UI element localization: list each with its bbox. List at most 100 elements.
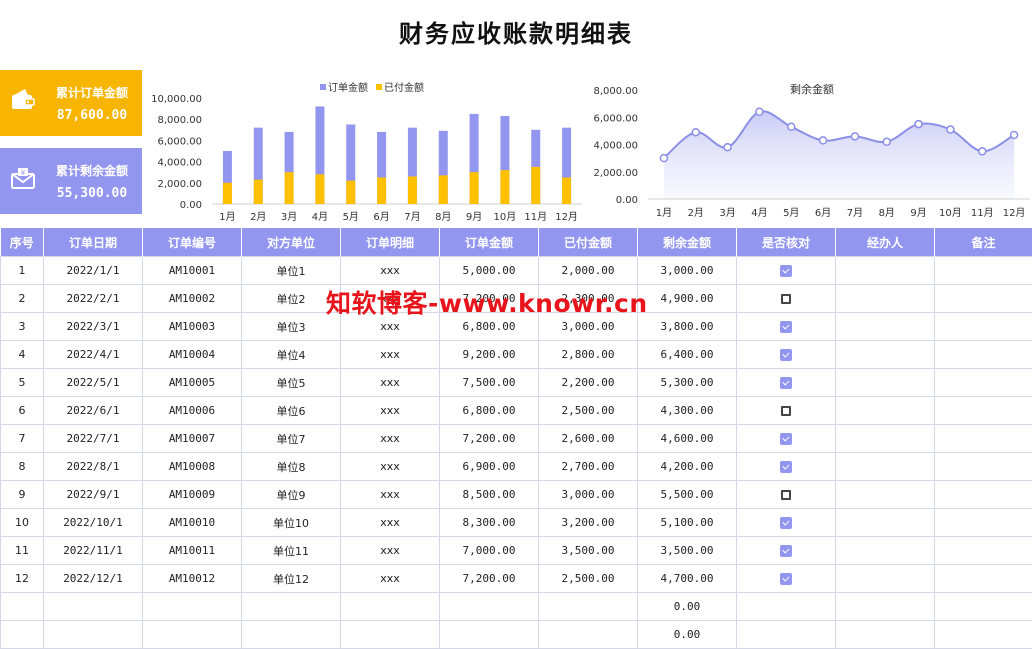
cell-checked[interactable] <box>736 508 836 537</box>
cell-checked[interactable] <box>736 396 836 425</box>
cell-paid[interactable]: 2,600.00 <box>538 424 638 453</box>
cell-unit[interactable]: 单位11 <box>241 536 341 565</box>
cell-amount[interactable] <box>439 620 539 649</box>
cell-detail[interactable]: xxx <box>340 368 440 397</box>
cell-date[interactable] <box>43 620 143 649</box>
cell-date[interactable]: 2022/6/1 <box>43 396 143 425</box>
cell-note[interactable] <box>934 480 1032 509</box>
cell-no[interactable]: 6 <box>0 396 44 425</box>
cell-unit[interactable]: 单位10 <box>241 508 341 537</box>
checkbox-checked-icon[interactable] <box>780 545 792 557</box>
cell-remain[interactable]: 3,800.00 <box>637 312 737 341</box>
cell-date[interactable]: 2022/8/1 <box>43 452 143 481</box>
cell-remain[interactable]: 0.00 <box>637 620 737 649</box>
cell-checked[interactable] <box>736 284 836 313</box>
cell-id[interactable] <box>142 620 242 649</box>
cell-no[interactable]: 1 <box>0 256 44 285</box>
cell-detail[interactable]: xxx <box>340 340 440 369</box>
cell-paid[interactable]: 2,500.00 <box>538 564 638 593</box>
checkbox-checked-icon[interactable] <box>780 377 792 389</box>
cell-note[interactable] <box>934 396 1032 425</box>
cell-checked[interactable] <box>736 620 836 649</box>
cell-note[interactable] <box>934 536 1032 565</box>
checkbox-unchecked-icon[interactable] <box>781 406 791 416</box>
cell-no[interactable]: 3 <box>0 312 44 341</box>
cell-date[interactable]: 2022/9/1 <box>43 480 143 509</box>
cell-remain[interactable]: 3,000.00 <box>637 256 737 285</box>
checkbox-checked-icon[interactable] <box>780 517 792 529</box>
cell-id[interactable]: AM10008 <box>142 452 242 481</box>
cell-date[interactable]: 2022/4/1 <box>43 340 143 369</box>
checkbox-unchecked-icon[interactable] <box>781 490 791 500</box>
cell-no[interactable]: 12 <box>0 564 44 593</box>
cell-no[interactable]: 4 <box>0 340 44 369</box>
cell-date[interactable]: 2022/2/1 <box>43 284 143 313</box>
cell-id[interactable]: AM10011 <box>142 536 242 565</box>
cell-checked[interactable] <box>736 368 836 397</box>
cell-date[interactable]: 2022/1/1 <box>43 256 143 285</box>
cell-id[interactable]: AM10001 <box>142 256 242 285</box>
cell-unit[interactable]: 单位8 <box>241 452 341 481</box>
cell-note[interactable] <box>934 452 1032 481</box>
cell-id[interactable]: AM10006 <box>142 396 242 425</box>
cell-handler[interactable] <box>835 424 935 453</box>
cell-unit[interactable]: 单位6 <box>241 396 341 425</box>
cell-remain[interactable]: 4,300.00 <box>637 396 737 425</box>
cell-paid[interactable]: 2,000.00 <box>538 256 638 285</box>
cell-remain[interactable]: 0.00 <box>637 592 737 621</box>
cell-date[interactable] <box>43 592 143 621</box>
cell-checked[interactable] <box>736 424 836 453</box>
cell-remain[interactable]: 5,100.00 <box>637 508 737 537</box>
cell-detail[interactable] <box>340 620 440 649</box>
cell-no[interactable]: 5 <box>0 368 44 397</box>
cell-date[interactable]: 2022/12/1 <box>43 564 143 593</box>
cell-remain[interactable]: 4,700.00 <box>637 564 737 593</box>
cell-handler[interactable] <box>835 312 935 341</box>
cell-detail[interactable]: xxx <box>340 256 440 285</box>
cell-unit[interactable]: 单位4 <box>241 340 341 369</box>
cell-paid[interactable] <box>538 592 638 621</box>
cell-amount[interactable]: 9,200.00 <box>439 340 539 369</box>
cell-detail[interactable]: xxx <box>340 452 440 481</box>
cell-date[interactable]: 2022/7/1 <box>43 424 143 453</box>
cell-note[interactable] <box>934 340 1032 369</box>
cell-remain[interactable]: 5,300.00 <box>637 368 737 397</box>
cell-remain[interactable]: 3,500.00 <box>637 536 737 565</box>
cell-no[interactable]: 11 <box>0 536 44 565</box>
cell-amount[interactable]: 8,500.00 <box>439 480 539 509</box>
cell-date[interactable]: 2022/3/1 <box>43 312 143 341</box>
cell-amount[interactable]: 7,200.00 <box>439 564 539 593</box>
cell-handler[interactable] <box>835 452 935 481</box>
cell-checked[interactable] <box>736 592 836 621</box>
cell-note[interactable] <box>934 284 1032 313</box>
cell-paid[interactable]: 2,200.00 <box>538 368 638 397</box>
cell-id[interactable]: AM10007 <box>142 424 242 453</box>
cell-id[interactable]: AM10002 <box>142 284 242 313</box>
cell-handler[interactable] <box>835 620 935 649</box>
checkbox-checked-icon[interactable] <box>780 321 792 333</box>
checkbox-checked-icon[interactable] <box>780 433 792 445</box>
cell-date[interactable]: 2022/11/1 <box>43 536 143 565</box>
cell-id[interactable]: AM10005 <box>142 368 242 397</box>
cell-remain[interactable]: 4,600.00 <box>637 424 737 453</box>
cell-checked[interactable] <box>736 312 836 341</box>
cell-handler[interactable] <box>835 368 935 397</box>
cell-date[interactable]: 2022/5/1 <box>43 368 143 397</box>
cell-amount[interactable] <box>439 592 539 621</box>
cell-remain[interactable]: 6,400.00 <box>637 340 737 369</box>
cell-detail[interactable]: xxx <box>340 480 440 509</box>
cell-unit[interactable]: 单位9 <box>241 480 341 509</box>
cell-remain[interactable]: 4,200.00 <box>637 452 737 481</box>
cell-id[interactable] <box>142 592 242 621</box>
cell-handler[interactable] <box>835 564 935 593</box>
cell-no[interactable]: 7 <box>0 424 44 453</box>
cell-handler[interactable] <box>835 396 935 425</box>
checkbox-unchecked-icon[interactable] <box>781 294 791 304</box>
cell-id[interactable]: AM10009 <box>142 480 242 509</box>
cell-checked[interactable] <box>736 564 836 593</box>
checkbox-checked-icon[interactable] <box>780 349 792 361</box>
cell-amount[interactable]: 6,900.00 <box>439 452 539 481</box>
cell-date[interactable]: 2022/10/1 <box>43 508 143 537</box>
checkbox-checked-icon[interactable] <box>780 573 792 585</box>
cell-handler[interactable] <box>835 592 935 621</box>
